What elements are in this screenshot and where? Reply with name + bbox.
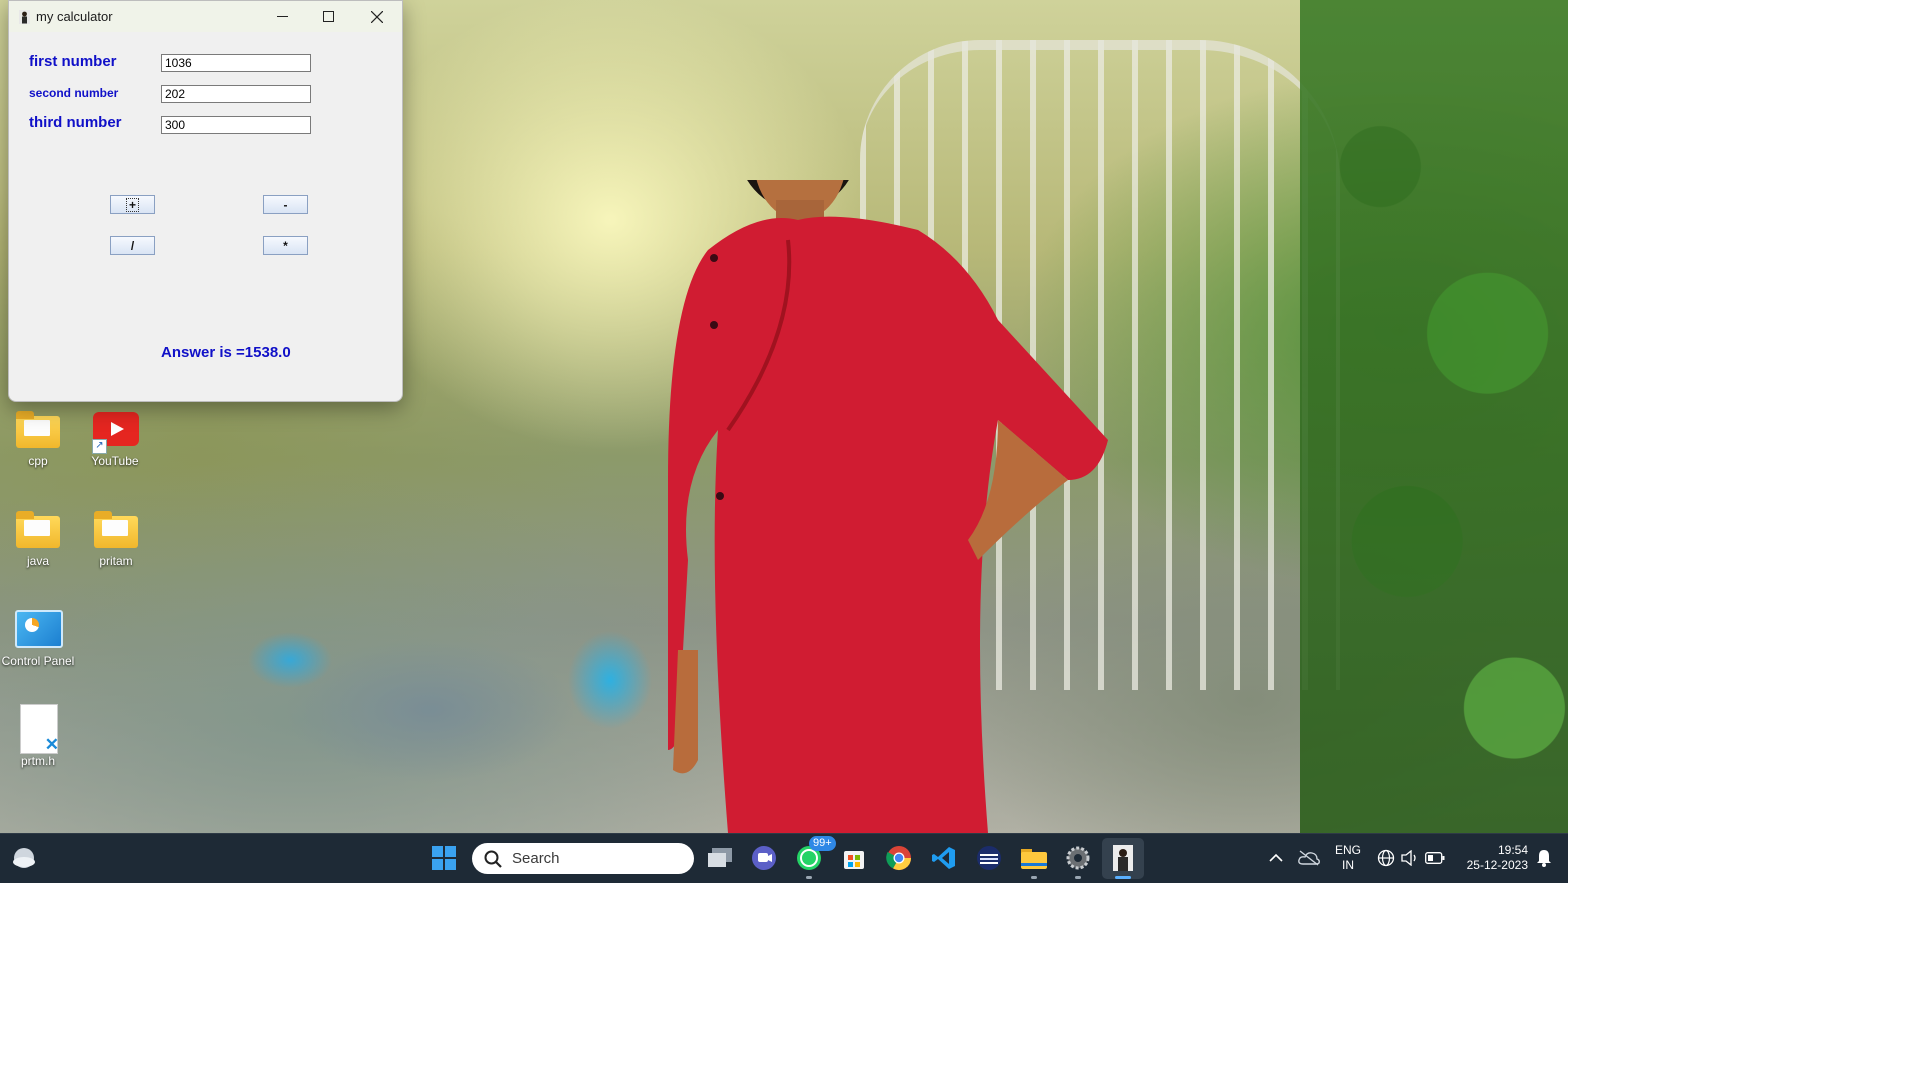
running-indicator xyxy=(1115,876,1131,879)
wallpaper-person xyxy=(668,180,1108,833)
divide-button[interactable]: / xyxy=(110,236,155,255)
taskbar-search[interactable]: Search xyxy=(472,843,694,874)
vscode-button[interactable] xyxy=(930,844,958,872)
weather-cloud-icon xyxy=(13,848,35,868)
desktop-icon-label: pritam xyxy=(99,554,133,568)
third-number-input[interactable] xyxy=(161,116,311,134)
third-number-label: third number xyxy=(29,114,122,131)
close-icon xyxy=(371,10,383,23)
task-view-button[interactable] xyxy=(706,844,734,872)
maximize-icon xyxy=(322,11,334,22)
microsoft-store-button[interactable] xyxy=(840,844,868,872)
shortcut-arrow-icon: ↗ xyxy=(92,439,107,454)
app-icon xyxy=(19,10,30,24)
task-view-icon xyxy=(708,848,732,867)
calculator-app-icon xyxy=(1113,845,1133,871)
start-icon xyxy=(432,846,456,870)
desktop-icon-prtm-h[interactable]: prtm.h xyxy=(0,704,76,768)
vscode-icon xyxy=(932,847,955,869)
globe-icon xyxy=(1377,849,1395,867)
wallpaper-foliage xyxy=(1300,0,1568,833)
subtract-button[interactable]: - xyxy=(263,195,308,214)
region-code: IN xyxy=(1342,858,1354,872)
chrome-icon xyxy=(886,846,911,871)
folder-icon xyxy=(15,410,61,450)
answer-label: Answer is =1538.0 xyxy=(161,344,291,361)
bell-icon xyxy=(1537,850,1551,867)
teams-chat-icon xyxy=(752,846,776,870)
app-button[interactable] xyxy=(975,844,1003,872)
volume-icon xyxy=(1401,850,1416,866)
show-hidden-icons-button[interactable] xyxy=(1262,844,1290,872)
taskbar: Search 99+ ENG IN 19:54 25-12-2023 xyxy=(0,833,1568,883)
start-button[interactable] xyxy=(430,844,458,872)
battery-icon xyxy=(1425,852,1445,864)
wallpaper-foreground-blur xyxy=(230,600,670,800)
clock-date: 25-12-2023 xyxy=(1466,858,1528,872)
app-icon xyxy=(977,846,1001,870)
desktop-icon-youtube[interactable]: ↗ YouTube xyxy=(77,410,153,468)
add-button-label: + xyxy=(125,197,139,212)
desktop-icon-pritam[interactable]: pritam xyxy=(78,510,154,568)
battery-button[interactable] xyxy=(1421,844,1449,872)
desktop-icon-label: Control Panel xyxy=(1,654,75,668)
notifications-button[interactable] xyxy=(1530,844,1558,872)
onedrive-offline-icon xyxy=(1298,850,1320,866)
folder-icon xyxy=(93,510,139,550)
desktop-icon-label: cpp xyxy=(28,454,48,468)
calculator-app-button[interactable] xyxy=(1109,844,1137,879)
search-placeholder: Search xyxy=(512,850,560,867)
weather-widget[interactable] xyxy=(10,844,38,872)
maximize-button[interactable] xyxy=(305,1,351,32)
folder-icon xyxy=(15,510,61,550)
desktop-icon-control-panel[interactable]: Control Panel xyxy=(0,610,76,668)
control-panel-icon xyxy=(15,610,63,650)
minimize-button[interactable] xyxy=(259,1,305,32)
first-number-label: first number xyxy=(29,53,117,70)
desktop-icon-label: YouTube xyxy=(91,454,139,468)
onedrive-button[interactable] xyxy=(1295,844,1323,872)
file-explorer-button[interactable] xyxy=(1020,844,1048,879)
desktop-icon-label: prtm.h xyxy=(20,754,55,768)
minimize-icon xyxy=(276,16,288,17)
add-button[interactable]: + xyxy=(110,195,155,214)
close-button[interactable] xyxy=(354,1,400,32)
settings-button[interactable] xyxy=(1064,844,1092,879)
language-indicator[interactable]: ENG IN xyxy=(1332,843,1364,873)
second-number-label: second number xyxy=(29,86,119,100)
desktop-icon-label: java xyxy=(26,554,49,568)
desktop-icon-cpp[interactable]: cpp xyxy=(0,410,76,468)
search-icon xyxy=(484,850,502,868)
microsoft-store-icon xyxy=(844,851,864,869)
file-explorer-icon xyxy=(1021,849,1047,869)
settings-icon xyxy=(1066,846,1090,870)
teams-chat-button[interactable] xyxy=(750,844,778,872)
youtube-icon: ↗ xyxy=(92,410,139,454)
language-code: ENG xyxy=(1334,843,1361,857)
running-indicator xyxy=(1075,876,1081,879)
running-indicator xyxy=(1031,876,1037,879)
chevron-up-icon xyxy=(1269,853,1283,862)
clock-time: 19:54 xyxy=(1497,843,1528,857)
volume-button[interactable] xyxy=(1396,844,1424,872)
multiply-button[interactable]: * xyxy=(263,236,308,255)
calculator-window: my calculator first number second number… xyxy=(8,0,403,402)
clock[interactable]: 19:54 25-12-2023 xyxy=(1456,843,1528,873)
window-titlebar[interactable]: my calculator xyxy=(9,1,402,32)
second-number-input[interactable] xyxy=(161,85,311,103)
chrome-button[interactable] xyxy=(885,844,913,872)
first-number-input[interactable] xyxy=(161,54,311,72)
desktop-icon-java[interactable]: java xyxy=(0,510,76,568)
running-indicator xyxy=(806,876,812,879)
whatsapp-notification-badge: 99+ xyxy=(809,836,836,851)
whatsapp-button[interactable]: 99+ xyxy=(795,836,836,879)
window-title: my calculator xyxy=(36,9,113,24)
vscode-file-icon xyxy=(15,704,61,755)
